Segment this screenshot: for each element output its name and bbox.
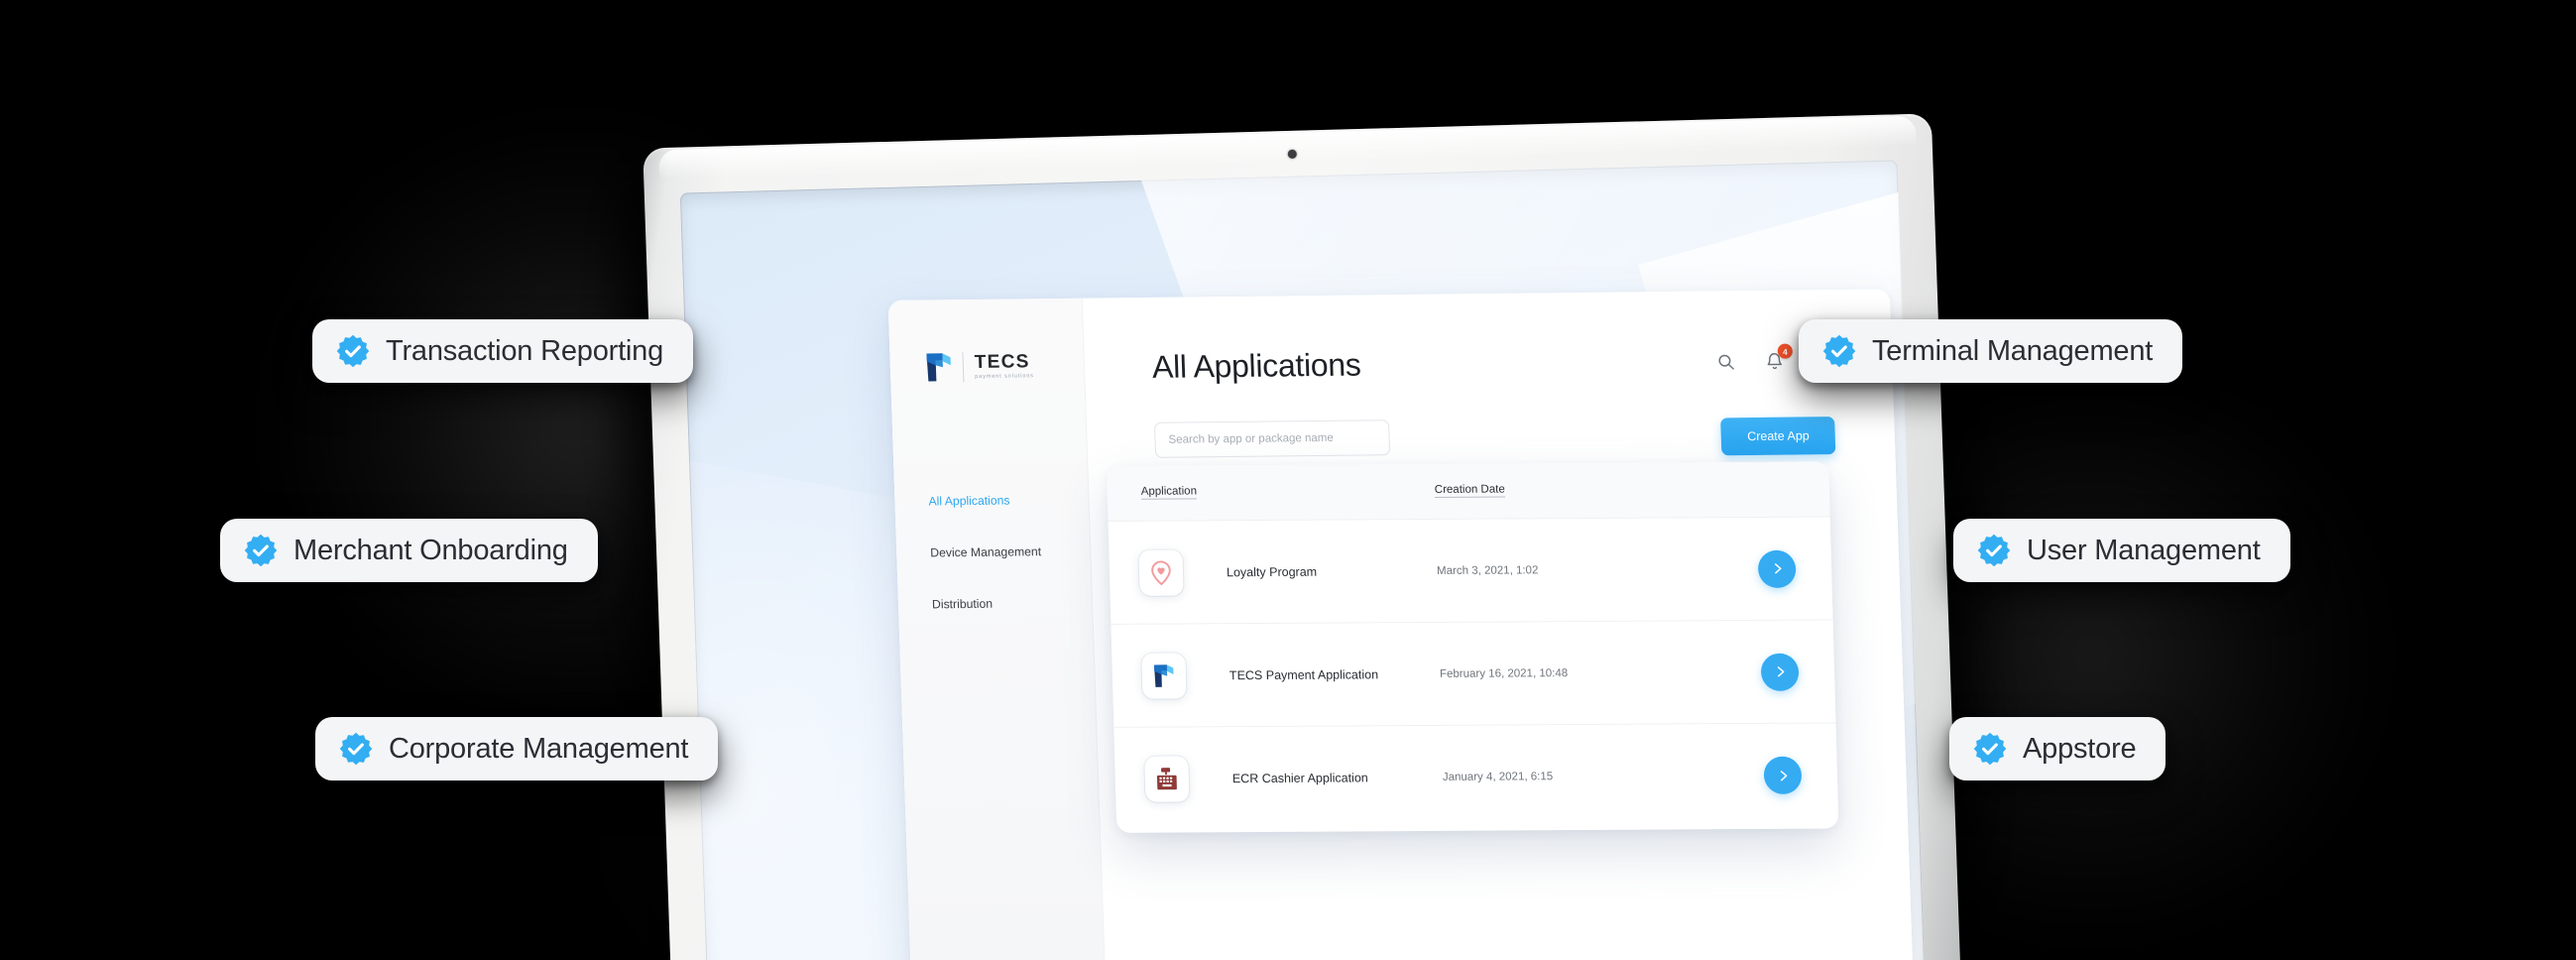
sidebar: TECS payment solutions All Applications … [887, 298, 1109, 960]
pill-label: Appstore [2023, 732, 2137, 765]
promo-scene: TECS payment solutions All Applications … [0, 0, 2576, 960]
sidebar-item-distribution[interactable]: Distribution [932, 596, 1082, 612]
pill-label: Corporate Management [389, 732, 689, 765]
application-name: Loyalty Program [1226, 564, 1318, 579]
table-row[interactable]: ECR Cashier Application January 4, 2021,… [1113, 723, 1839, 831]
pill-label: Transaction Reporting [386, 334, 664, 367]
pill-label: Terminal Management [1872, 334, 2154, 367]
cash-register-icon [1144, 756, 1190, 802]
verified-badge-icon [1973, 732, 2007, 766]
notification-badge: 4 [1777, 343, 1794, 359]
verified-badge-icon [339, 732, 373, 766]
chevron-right-icon[interactable] [1763, 756, 1803, 794]
feature-pill-appstore[interactable]: Appstore [1949, 717, 2166, 780]
creation-date: January 4, 2021, 6:15 [1442, 771, 1554, 783]
search-icon[interactable] [1716, 352, 1736, 371]
brand-tagline: payment solutions [975, 373, 1035, 381]
sidebar-item-device-management[interactable]: Device Management [930, 544, 1080, 559]
verified-badge-icon [244, 534, 278, 567]
verified-badge-icon [336, 334, 370, 368]
table-row[interactable]: Loyalty Program March 3, 2021, 1:02 [1108, 517, 1833, 625]
applications-table-card: Application Creation Date Loyalty Progra… [1107, 461, 1839, 833]
verified-badge-icon [1977, 534, 2011, 567]
table-row[interactable]: TECS Payment Application February 16, 20… [1111, 620, 1836, 728]
feature-pill-merchant-onboarding[interactable]: Merchant Onboarding [220, 519, 598, 582]
feature-pill-corporate-management[interactable]: Corporate Management [315, 717, 719, 780]
sidebar-item-all-applications[interactable]: All Applications [928, 493, 1078, 509]
column-header-application[interactable]: Application [1140, 485, 1198, 500]
page-title: All Applications [1151, 346, 1362, 385]
application-name: TECS Payment Application [1229, 666, 1379, 682]
create-app-button[interactable]: Create App [1720, 417, 1836, 456]
search-input-wrapper[interactable] [1153, 420, 1391, 458]
feature-pill-terminal-management[interactable]: Terminal Management [1799, 319, 2183, 383]
verified-badge-icon [1822, 334, 1856, 368]
pill-label: User Management [2027, 534, 2261, 566]
chevron-right-icon[interactable] [1760, 653, 1800, 691]
heart-pin-icon [1138, 549, 1184, 596]
column-header-creation-date[interactable]: Creation Date [1434, 483, 1506, 498]
creation-date: February 16, 2021, 10:48 [1439, 666, 1569, 680]
feature-pill-user-management[interactable]: User Management [1953, 519, 2290, 582]
application-name: ECR Cashier Application [1231, 771, 1368, 786]
brand-name: TECS [974, 351, 1031, 374]
feature-pill-transaction-reporting[interactable]: Transaction Reporting [312, 319, 694, 383]
bell-icon[interactable]: 4 [1765, 343, 1794, 371]
brand-logo[interactable]: TECS payment solutions [923, 350, 1034, 383]
tecs-logo-icon [1141, 652, 1187, 699]
logo-divider [962, 352, 965, 383]
tecs-logo-icon [926, 353, 951, 382]
table-header-row: Application Creation Date [1107, 461, 1830, 522]
pill-label: Merchant Onboarding [293, 534, 568, 566]
creation-date: March 3, 2021, 1:02 [1436, 563, 1539, 577]
sidebar-nav: All Applications Device Management Distr… [928, 493, 1082, 650]
chevron-right-icon[interactable] [1757, 549, 1797, 588]
search-input[interactable] [1168, 431, 1376, 446]
